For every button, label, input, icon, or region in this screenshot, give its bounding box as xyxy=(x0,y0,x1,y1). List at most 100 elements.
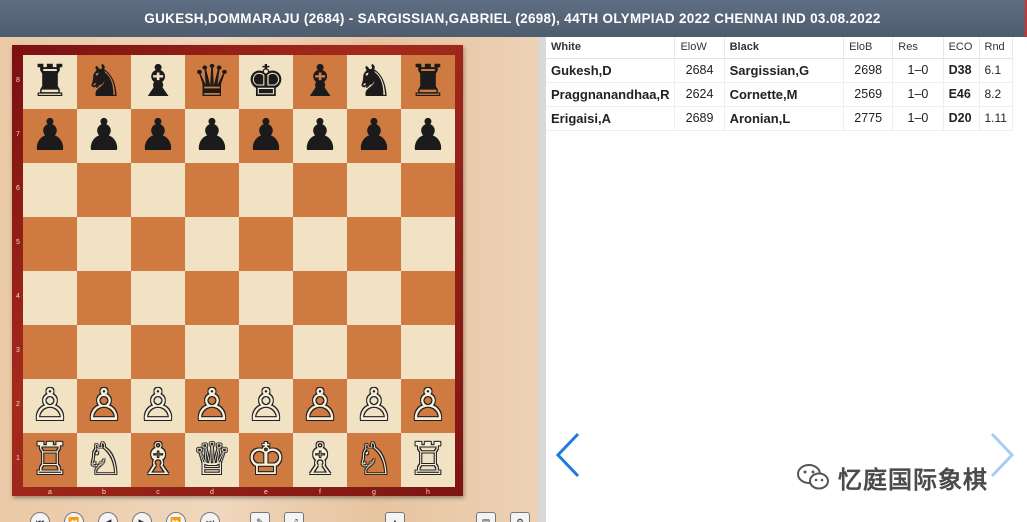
square-d2[interactable]: ♙ xyxy=(185,379,239,433)
black-piece[interactable]: ♜ xyxy=(30,60,69,104)
game-row[interactable]: Praggnanandhaa,R 2624 Cornette,M 2569 1–… xyxy=(546,82,1013,107)
square-d3[interactable] xyxy=(185,325,239,379)
square-g4[interactable] xyxy=(347,271,401,325)
square-d4[interactable] xyxy=(185,271,239,325)
square-e5[interactable] xyxy=(239,217,293,271)
black-piece[interactable]: ♟ xyxy=(246,114,285,158)
panel-divider[interactable] xyxy=(538,37,546,522)
white-piece[interactable]: ♖ xyxy=(408,438,447,482)
black-piece[interactable]: ♟ xyxy=(300,114,339,158)
white-piece[interactable]: ♙ xyxy=(30,384,69,428)
square-f5[interactable] xyxy=(293,217,347,271)
square-h7[interactable]: ♟ xyxy=(401,109,455,163)
black-piece[interactable]: ♟ xyxy=(30,114,69,158)
square-a7[interactable]: ♟ xyxy=(23,109,77,163)
square-d5[interactable] xyxy=(185,217,239,271)
square-c8[interactable]: ♝ xyxy=(131,55,185,109)
white-piece[interactable]: ♗ xyxy=(138,438,177,482)
square-d1[interactable]: ♕ xyxy=(185,433,239,487)
white-piece[interactable]: ♖ xyxy=(30,438,69,482)
white-piece[interactable]: ♙ xyxy=(354,384,393,428)
square-e1[interactable]: ♔ xyxy=(239,433,293,487)
square-b3[interactable] xyxy=(77,325,131,379)
square-f7[interactable]: ♟ xyxy=(293,109,347,163)
square-b8[interactable]: ♞ xyxy=(77,55,131,109)
square-h1[interactable]: ♖ xyxy=(401,433,455,487)
game-row[interactable]: Erigaisi,A 2689 Aronian,L 2775 1–0 D20 1… xyxy=(546,106,1013,131)
black-piece[interactable]: ♟ xyxy=(84,114,123,158)
white-piece[interactable]: ♙ xyxy=(246,384,285,428)
square-c5[interactable] xyxy=(131,217,185,271)
white-piece[interactable]: ♕ xyxy=(192,438,231,482)
square-h5[interactable] xyxy=(401,217,455,271)
square-a2[interactable]: ♙ xyxy=(23,379,77,433)
white-piece[interactable]: ♙ xyxy=(300,384,339,428)
white-piece[interactable]: ♘ xyxy=(354,438,393,482)
square-c1[interactable]: ♗ xyxy=(131,433,185,487)
square-h2[interactable]: ♙ xyxy=(401,379,455,433)
square-g5[interactable] xyxy=(347,217,401,271)
square-g3[interactable] xyxy=(347,325,401,379)
square-f8[interactable]: ♝ xyxy=(293,55,347,109)
last-move-button[interactable]: ⏭ xyxy=(200,512,220,522)
black-piece[interactable]: ♜ xyxy=(408,60,447,104)
first-move-button[interactable]: ⏮ xyxy=(30,512,50,522)
black-piece[interactable]: ♟ xyxy=(192,114,231,158)
white-piece[interactable]: ♔ xyxy=(246,438,285,482)
square-c2[interactable]: ♙ xyxy=(131,379,185,433)
white-piece[interactable]: ♘ xyxy=(84,438,123,482)
square-g8[interactable]: ♞ xyxy=(347,55,401,109)
square-h6[interactable] xyxy=(401,163,455,217)
square-b4[interactable] xyxy=(77,271,131,325)
square-f6[interactable] xyxy=(293,163,347,217)
game-row[interactable]: Gukesh,D 2684 Sargissian,G 2698 1–0 D38 … xyxy=(546,58,1013,83)
square-e3[interactable] xyxy=(239,325,293,379)
white-piece[interactable]: ♗ xyxy=(300,438,339,482)
col-header-elob[interactable]: EloB xyxy=(843,37,894,59)
square-g6[interactable] xyxy=(347,163,401,217)
col-header-eco[interactable]: ECO xyxy=(943,37,980,59)
black-piece[interactable]: ♛ xyxy=(192,60,231,104)
square-b5[interactable] xyxy=(77,217,131,271)
square-a8[interactable]: ♜ xyxy=(23,55,77,109)
black-piece[interactable]: ♝ xyxy=(300,60,339,104)
square-b7[interactable]: ♟ xyxy=(77,109,131,163)
fast-back-button[interactable]: ⏪ xyxy=(64,512,84,522)
fast-forward-button[interactable]: ⏩ xyxy=(166,512,186,522)
step-back-button[interactable]: ◀ xyxy=(98,512,118,522)
col-header-rnd[interactable]: Rnd xyxy=(979,37,1013,59)
square-f1[interactable]: ♗ xyxy=(293,433,347,487)
square-b6[interactable] xyxy=(77,163,131,217)
arrow-button[interactable]: ▲ xyxy=(385,512,405,522)
square-f4[interactable] xyxy=(293,271,347,325)
square-c7[interactable]: ♟ xyxy=(131,109,185,163)
black-piece[interactable]: ♞ xyxy=(84,60,123,104)
square-c4[interactable] xyxy=(131,271,185,325)
square-a1[interactable]: ♖ xyxy=(23,433,77,487)
square-g7[interactable]: ♟ xyxy=(347,109,401,163)
square-e4[interactable] xyxy=(239,271,293,325)
next-page-button[interactable] xyxy=(988,432,1016,478)
square-a5[interactable] xyxy=(23,217,77,271)
step-forward-button[interactable]: ▶ xyxy=(132,512,152,522)
black-piece[interactable]: ♚ xyxy=(246,60,285,104)
square-a4[interactable] xyxy=(23,271,77,325)
square-f2[interactable]: ♙ xyxy=(293,379,347,433)
square-g1[interactable]: ♘ xyxy=(347,433,401,487)
square-e6[interactable] xyxy=(239,163,293,217)
square-d7[interactable]: ♟ xyxy=(185,109,239,163)
square-c3[interactable] xyxy=(131,325,185,379)
square-g2[interactable]: ♙ xyxy=(347,379,401,433)
square-b1[interactable]: ♘ xyxy=(77,433,131,487)
white-piece[interactable]: ♙ xyxy=(84,384,123,428)
black-piece[interactable]: ♝ xyxy=(138,60,177,104)
white-piece[interactable]: ♙ xyxy=(192,384,231,428)
square-a6[interactable] xyxy=(23,163,77,217)
square-h3[interactable] xyxy=(401,325,455,379)
square-a3[interactable] xyxy=(23,325,77,379)
square-h8[interactable]: ♜ xyxy=(401,55,455,109)
col-header-elow[interactable]: EloW xyxy=(674,37,725,59)
square-e8[interactable]: ♚ xyxy=(239,55,293,109)
edit-button[interactable]: ✎ xyxy=(250,512,270,522)
settings-button[interactable]: ⚙ xyxy=(510,512,530,522)
